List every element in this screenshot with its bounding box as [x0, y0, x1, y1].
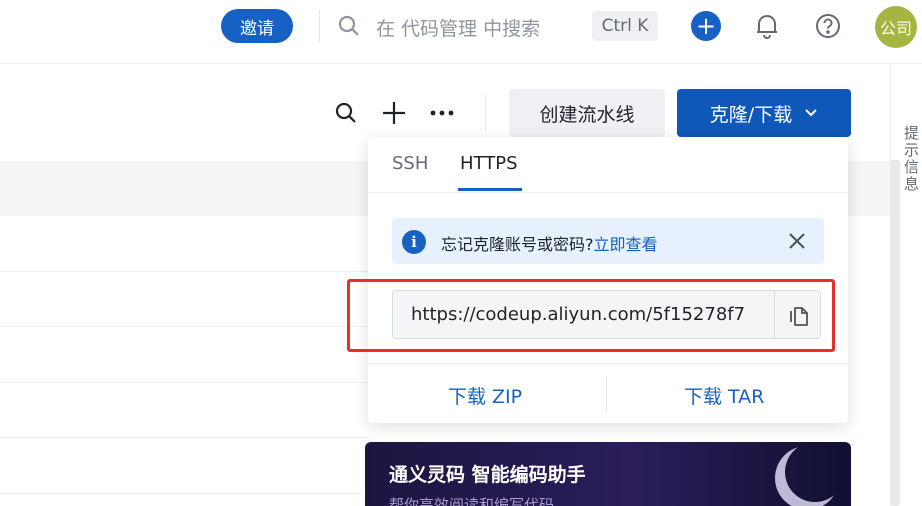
- avatar[interactable]: 公司: [875, 6, 917, 48]
- info-icon: i: [402, 230, 426, 254]
- scrollbar[interactable]: [890, 160, 900, 506]
- divider: [606, 377, 607, 413]
- invite-button[interactable]: 邀请: [221, 9, 293, 43]
- moon-decoration: [785, 442, 845, 502]
- table-row: [0, 271, 370, 272]
- divider: [485, 95, 486, 131]
- clone-download-button[interactable]: 克隆/下载: [677, 89, 851, 137]
- bell-icon[interactable]: [754, 12, 780, 40]
- table-row: [0, 326, 370, 327]
- add-icon[interactable]: [381, 100, 407, 126]
- credential-notice: i 忘记克隆账号或密码?立即查看: [392, 218, 824, 264]
- create-pipeline-button[interactable]: 创建流水线: [509, 89, 665, 137]
- banner-title: 通义灵码 智能编码助手: [389, 464, 586, 486]
- tab-https[interactable]: HTTPS: [460, 153, 518, 174]
- more-icon[interactable]: [428, 100, 456, 126]
- table-row: [0, 493, 370, 494]
- divider: [368, 192, 848, 193]
- download-zip-button[interactable]: 下载 ZIP: [448, 382, 522, 409]
- chevron-down-icon: [805, 109, 817, 117]
- help-icon[interactable]: [814, 12, 842, 40]
- table-row: [0, 437, 370, 438]
- divider: [319, 10, 320, 42]
- search-icon[interactable]: [334, 101, 358, 125]
- notice-message: 忘记克隆账号或密码?: [441, 235, 594, 254]
- view-now-link[interactable]: 立即查看: [594, 235, 658, 254]
- notice-text: 忘记克隆账号或密码?立即查看: [441, 231, 658, 255]
- promo-banner[interactable]: 通义灵码 智能编码助手 帮你高效阅读和编写代码: [365, 442, 851, 506]
- clone-download-label: 克隆/下载: [709, 103, 793, 126]
- table-row: [0, 382, 370, 383]
- shortcut-badge: Ctrl K: [592, 11, 658, 41]
- banner-subtitle: 帮你高效阅读和编写代码: [389, 496, 555, 506]
- tab-ssh[interactable]: SSH: [392, 153, 428, 174]
- search-icon[interactable]: [337, 14, 361, 38]
- download-tar-button[interactable]: 下载 TAR: [684, 382, 764, 409]
- create-button[interactable]: +: [691, 11, 721, 41]
- side-panel-label[interactable]: 提示信息: [902, 125, 922, 193]
- divider: [368, 363, 848, 364]
- active-tab-indicator: [458, 188, 522, 191]
- close-icon[interactable]: [784, 228, 810, 254]
- plus-icon: +: [695, 12, 717, 40]
- highlight-box: [347, 279, 835, 352]
- global-search-input[interactable]: 在 代码管理 中搜索: [376, 14, 540, 41]
- top-bar: 邀请 在 代码管理 中搜索 Ctrl K + 公司: [0, 0, 922, 64]
